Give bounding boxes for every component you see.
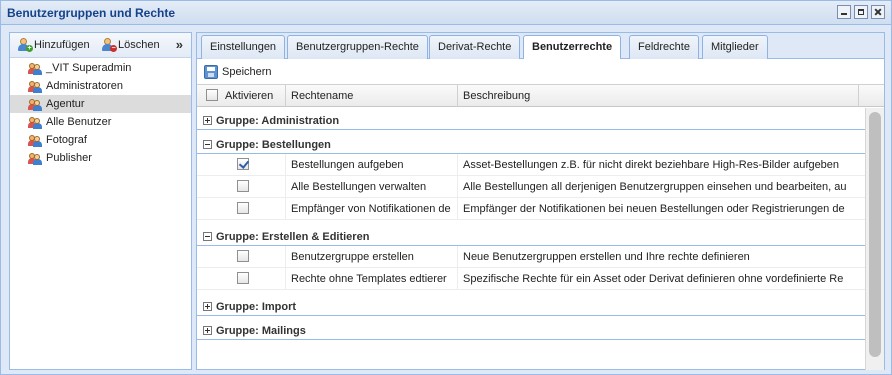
- group-list-panel: + Hinzufügen − Löschen » _VIT Superadmin…: [9, 32, 192, 370]
- tab-benutzergruppen-rechte[interactable]: Benutzergruppen-Rechte: [287, 35, 428, 59]
- group-header-row[interactable]: Gruppe: Mailings: [197, 322, 865, 340]
- activate-checkbox[interactable]: [237, 272, 249, 284]
- right-description-cell: Alle Bestellungen all derjenigen Benutze…: [463, 181, 847, 193]
- group-list-item[interactable]: Publisher: [10, 149, 191, 167]
- select-all-checkbox[interactable]: [206, 89, 218, 101]
- group-name: Administratoren: [46, 80, 124, 92]
- save-disk-icon: [204, 65, 218, 79]
- tab-strip: Einstellungen Benutzergruppen-Rechte Deriv…: [197, 33, 884, 60]
- delete-group-label: Löschen: [118, 38, 160, 51]
- group-header-row[interactable]: Gruppe: Import: [197, 298, 865, 316]
- rights-toolbar: Speichern: [197, 59, 884, 85]
- group-list-item[interactable]: _VIT Superadmin: [10, 59, 191, 77]
- activate-checkbox[interactable]: [237, 158, 249, 170]
- group-name: _VIT Superadmin: [46, 62, 132, 74]
- right-name-cell: Empfänger von Notifikationen de: [286, 198, 458, 220]
- activate-checkbox[interactable]: [237, 250, 249, 262]
- add-user-icon: +: [16, 38, 33, 52]
- scrollbar-thumb[interactable]: [869, 112, 881, 357]
- group-toolbar: + Hinzufügen − Löschen »: [10, 33, 191, 58]
- grid-body: Gruppe: Administration Gruppe: Bestellung…: [197, 108, 865, 370]
- user-group-icon: [28, 98, 42, 111]
- add-group-button[interactable]: + Hinzufügen: [16, 38, 90, 52]
- group-list: _VIT Superadmin Administratoren Agentur All…: [10, 58, 191, 167]
- activate-cell: [226, 198, 286, 220]
- group-name: Agentur: [46, 98, 85, 110]
- group-list-item[interactable]: Agentur: [10, 95, 191, 113]
- right-name-cell: Benutzergruppe erstellen: [286, 246, 458, 268]
- group-list-item[interactable]: Administratoren: [10, 77, 191, 95]
- table-row[interactable]: Alle Bestellungen verwalten Alle Bestellu…: [197, 176, 865, 198]
- table-row[interactable]: Empfänger von Notifikationen de Empfänger…: [197, 198, 865, 220]
- tab-benutzerrechte[interactable]: Benutzerrechte: [523, 35, 622, 60]
- table-row[interactable]: Benutzergruppe erstellen Neue Benutzergru…: [197, 246, 865, 268]
- delete-group-button[interactable]: − Löschen: [100, 38, 160, 52]
- maximize-icon[interactable]: [854, 5, 868, 19]
- tab-mitglieder[interactable]: Mitglieder: [702, 35, 768, 59]
- rights-panel: Einstellungen Benutzergruppen-Rechte Deriv…: [196, 32, 885, 370]
- save-label: Speichern: [222, 66, 272, 78]
- right-name-cell: Rechte ohne Templates edtierer: [286, 268, 458, 290]
- activate-cell: [226, 154, 286, 176]
- expand-icon[interactable]: [203, 116, 212, 125]
- right-name-cell: Alle Bestellungen verwalten: [286, 176, 458, 198]
- right-description-cell: Asset-Bestellungen z.B. für nicht direkt…: [463, 159, 840, 171]
- group-header-row[interactable]: Gruppe: Erstellen & Editieren: [197, 228, 865, 246]
- grid-scrollbar[interactable]: [865, 108, 884, 370]
- column-description[interactable]: Beschreibung: [458, 85, 859, 107]
- user-group-icon: [28, 80, 42, 93]
- user-group-icon: [28, 134, 42, 147]
- user-group-icon: [28, 152, 42, 165]
- expand-icon[interactable]: [203, 302, 212, 311]
- collapse-icon[interactable]: [203, 140, 212, 149]
- collapse-icon[interactable]: [203, 232, 212, 241]
- group-title: Gruppe: Bestellungen: [216, 138, 331, 151]
- window-title: Benutzergruppen und Rechte: [7, 6, 176, 20]
- activate-checkbox[interactable]: [237, 180, 249, 192]
- user-group-icon: [28, 62, 42, 75]
- save-button[interactable]: Speichern: [204, 65, 272, 79]
- delete-user-icon: −: [100, 38, 117, 52]
- group-header-row[interactable]: Gruppe: Bestellungen: [197, 136, 865, 154]
- activate-cell: [226, 246, 286, 268]
- group-name: Fotograf: [46, 134, 87, 146]
- group-header-row[interactable]: Gruppe: Administration: [197, 112, 865, 130]
- rights-window: Benutzergruppen und Rechte + Hinzufügen …: [0, 0, 892, 375]
- tab-feldrechte[interactable]: Feldrechte: [629, 35, 699, 59]
- user-group-icon: [28, 116, 42, 129]
- column-activate[interactable]: Aktivieren: [197, 85, 286, 107]
- collapse-panel-icon[interactable]: »: [176, 37, 183, 52]
- grid-header: Aktivieren Rechtename Beschreibung: [197, 85, 884, 107]
- right-description-cell: Empfänger der Notifikationen bei neuen B…: [463, 203, 845, 215]
- activate-checkbox[interactable]: [237, 202, 249, 214]
- right-description-cell: Neue Benutzergruppen erstellen und Ihre …: [463, 251, 750, 263]
- group-title: Gruppe: Erstellen & Editieren: [216, 230, 370, 243]
- activate-cell: [226, 176, 286, 198]
- tab-derivat-rechte[interactable]: Derivat-Rechte: [429, 35, 521, 59]
- tab-einstellungen[interactable]: Einstellungen: [201, 35, 286, 59]
- column-name[interactable]: Rechtename: [286, 85, 458, 107]
- table-row[interactable]: Rechte ohne Templates edtierer Spezifisch…: [197, 268, 865, 290]
- add-group-label: Hinzufügen: [34, 38, 90, 51]
- minimize-icon[interactable]: [837, 5, 851, 19]
- group-list-item[interactable]: Fotograf: [10, 131, 191, 149]
- activate-cell: [226, 268, 286, 290]
- group-name: Publisher: [46, 152, 92, 164]
- window-titlebar[interactable]: Benutzergruppen und Rechte: [1, 1, 891, 25]
- table-row[interactable]: Bestellungen aufgeben Asset-Bestellungen …: [197, 154, 865, 176]
- right-description-cell: Spezifische Rechte für ein Asset oder De…: [463, 273, 844, 285]
- group-title: Gruppe: Import: [216, 300, 297, 313]
- column-activate-label: Aktivieren: [225, 90, 274, 102]
- group-list-item[interactable]: Alle Benutzer: [10, 113, 191, 131]
- group-name: Alle Benutzer: [46, 116, 112, 128]
- right-name-cell: Bestellungen aufgeben: [286, 154, 458, 176]
- close-icon[interactable]: [871, 5, 885, 19]
- window-controls: [837, 5, 885, 19]
- group-title: Gruppe: Mailings: [216, 324, 306, 337]
- expand-icon[interactable]: [203, 326, 212, 335]
- group-title: Gruppe: Administration: [216, 114, 340, 127]
